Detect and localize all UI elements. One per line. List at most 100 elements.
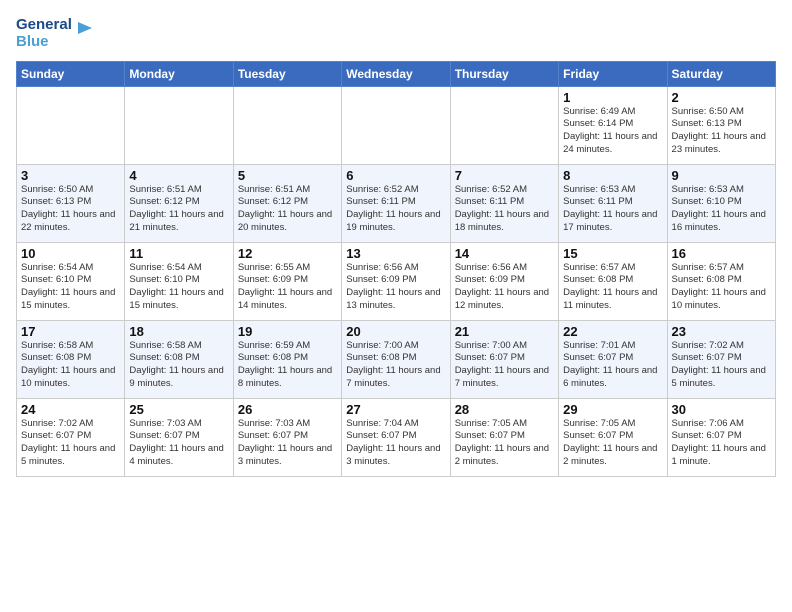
day-number: 27 — [346, 402, 445, 417]
day-info: Sunrise: 7:05 AM Sunset: 6:07 PM Dayligh… — [563, 418, 662, 469]
day-info: Sunrise: 6:54 AM Sunset: 6:10 PM Dayligh… — [129, 262, 228, 313]
calendar-cell: 25Sunrise: 7:03 AM Sunset: 6:07 PM Dayli… — [125, 398, 233, 476]
calendar-table: SundayMondayTuesdayWednesdayThursdayFrid… — [16, 61, 776, 477]
weekday-header: Friday — [559, 61, 667, 86]
calendar-cell: 15Sunrise: 6:57 AM Sunset: 6:08 PM Dayli… — [559, 242, 667, 320]
day-number: 11 — [129, 246, 228, 261]
day-info: Sunrise: 6:49 AM Sunset: 6:14 PM Dayligh… — [563, 106, 662, 157]
day-info: Sunrise: 6:57 AM Sunset: 6:08 PM Dayligh… — [672, 262, 771, 313]
day-number: 7 — [455, 168, 554, 183]
day-number: 14 — [455, 246, 554, 261]
calendar-cell: 20Sunrise: 7:00 AM Sunset: 6:08 PM Dayli… — [342, 320, 450, 398]
day-info: Sunrise: 6:51 AM Sunset: 6:12 PM Dayligh… — [238, 184, 337, 235]
weekday-header: Thursday — [450, 61, 558, 86]
calendar-week-row: 17Sunrise: 6:58 AM Sunset: 6:08 PM Dayli… — [17, 320, 776, 398]
day-info: Sunrise: 6:56 AM Sunset: 6:09 PM Dayligh… — [455, 262, 554, 313]
calendar-cell: 4Sunrise: 6:51 AM Sunset: 6:12 PM Daylig… — [125, 164, 233, 242]
calendar-cell: 28Sunrise: 7:05 AM Sunset: 6:07 PM Dayli… — [450, 398, 558, 476]
calendar-cell — [17, 86, 125, 164]
logo-flag-icon — [74, 20, 96, 42]
day-info: Sunrise: 7:06 AM Sunset: 6:07 PM Dayligh… — [672, 418, 771, 469]
day-number: 19 — [238, 324, 337, 339]
day-info: Sunrise: 6:51 AM Sunset: 6:12 PM Dayligh… — [129, 184, 228, 235]
calendar-cell: 24Sunrise: 7:02 AM Sunset: 6:07 PM Dayli… — [17, 398, 125, 476]
day-number: 29 — [563, 402, 662, 417]
weekday-header: Wednesday — [342, 61, 450, 86]
calendar-cell — [450, 86, 558, 164]
calendar-cell: 8Sunrise: 6:53 AM Sunset: 6:11 PM Daylig… — [559, 164, 667, 242]
calendar-cell: 10Sunrise: 6:54 AM Sunset: 6:10 PM Dayli… — [17, 242, 125, 320]
calendar-cell: 11Sunrise: 6:54 AM Sunset: 6:10 PM Dayli… — [125, 242, 233, 320]
calendar-cell: 7Sunrise: 6:52 AM Sunset: 6:11 PM Daylig… — [450, 164, 558, 242]
weekday-header: Saturday — [667, 61, 775, 86]
calendar-cell: 30Sunrise: 7:06 AM Sunset: 6:07 PM Dayli… — [667, 398, 775, 476]
day-number: 30 — [672, 402, 771, 417]
calendar-cell: 16Sunrise: 6:57 AM Sunset: 6:08 PM Dayli… — [667, 242, 775, 320]
day-info: Sunrise: 6:53 AM Sunset: 6:11 PM Dayligh… — [563, 184, 662, 235]
day-info: Sunrise: 6:55 AM Sunset: 6:09 PM Dayligh… — [238, 262, 337, 313]
day-number: 15 — [563, 246, 662, 261]
calendar-cell: 21Sunrise: 7:00 AM Sunset: 6:07 PM Dayli… — [450, 320, 558, 398]
day-number: 18 — [129, 324, 228, 339]
logo-general: General — [16, 16, 72, 33]
calendar-cell: 19Sunrise: 6:59 AM Sunset: 6:08 PM Dayli… — [233, 320, 341, 398]
calendar-cell — [342, 86, 450, 164]
calendar-cell: 5Sunrise: 6:51 AM Sunset: 6:12 PM Daylig… — [233, 164, 341, 242]
day-info: Sunrise: 6:56 AM Sunset: 6:09 PM Dayligh… — [346, 262, 445, 313]
day-number: 28 — [455, 402, 554, 417]
calendar-cell: 26Sunrise: 7:03 AM Sunset: 6:07 PM Dayli… — [233, 398, 341, 476]
calendar-cell: 23Sunrise: 7:02 AM Sunset: 6:07 PM Dayli… — [667, 320, 775, 398]
calendar-week-row: 3Sunrise: 6:50 AM Sunset: 6:13 PM Daylig… — [17, 164, 776, 242]
day-number: 24 — [21, 402, 120, 417]
day-info: Sunrise: 6:58 AM Sunset: 6:08 PM Dayligh… — [21, 340, 120, 391]
day-number: 13 — [346, 246, 445, 261]
calendar-cell: 6Sunrise: 6:52 AM Sunset: 6:11 PM Daylig… — [342, 164, 450, 242]
day-number: 25 — [129, 402, 228, 417]
day-info: Sunrise: 6:50 AM Sunset: 6:13 PM Dayligh… — [672, 106, 771, 157]
day-number: 17 — [21, 324, 120, 339]
day-info: Sunrise: 6:57 AM Sunset: 6:08 PM Dayligh… — [563, 262, 662, 313]
day-number: 12 — [238, 246, 337, 261]
calendar-week-row: 10Sunrise: 6:54 AM Sunset: 6:10 PM Dayli… — [17, 242, 776, 320]
calendar-cell: 3Sunrise: 6:50 AM Sunset: 6:13 PM Daylig… — [17, 164, 125, 242]
day-number: 6 — [346, 168, 445, 183]
header: General Blue — [16, 16, 776, 51]
day-info: Sunrise: 7:02 AM Sunset: 6:07 PM Dayligh… — [672, 340, 771, 391]
calendar-week-row: 24Sunrise: 7:02 AM Sunset: 6:07 PM Dayli… — [17, 398, 776, 476]
day-info: Sunrise: 6:50 AM Sunset: 6:13 PM Dayligh… — [21, 184, 120, 235]
day-info: Sunrise: 6:59 AM Sunset: 6:08 PM Dayligh… — [238, 340, 337, 391]
day-number: 9 — [672, 168, 771, 183]
day-number: 2 — [672, 90, 771, 105]
day-info: Sunrise: 7:04 AM Sunset: 6:07 PM Dayligh… — [346, 418, 445, 469]
weekday-header-row: SundayMondayTuesdayWednesdayThursdayFrid… — [17, 61, 776, 86]
day-number: 26 — [238, 402, 337, 417]
calendar-cell: 12Sunrise: 6:55 AM Sunset: 6:09 PM Dayli… — [233, 242, 341, 320]
calendar-cell: 13Sunrise: 6:56 AM Sunset: 6:09 PM Dayli… — [342, 242, 450, 320]
day-number: 16 — [672, 246, 771, 261]
day-number: 1 — [563, 90, 662, 105]
weekday-header: Tuesday — [233, 61, 341, 86]
calendar-body: 1Sunrise: 6:49 AM Sunset: 6:14 PM Daylig… — [17, 86, 776, 476]
day-info: Sunrise: 7:00 AM Sunset: 6:08 PM Dayligh… — [346, 340, 445, 391]
day-number: 3 — [21, 168, 120, 183]
calendar-cell: 14Sunrise: 6:56 AM Sunset: 6:09 PM Dayli… — [450, 242, 558, 320]
day-number: 21 — [455, 324, 554, 339]
calendar-cell — [125, 86, 233, 164]
page: General Blue SundayMondayTuesdayWednesda… — [0, 0, 792, 487]
day-number: 23 — [672, 324, 771, 339]
day-number: 4 — [129, 168, 228, 183]
logo: General Blue — [16, 16, 96, 51]
day-number: 10 — [21, 246, 120, 261]
day-number: 8 — [563, 168, 662, 183]
calendar-cell: 2Sunrise: 6:50 AM Sunset: 6:13 PM Daylig… — [667, 86, 775, 164]
calendar-cell — [233, 86, 341, 164]
calendar-cell: 22Sunrise: 7:01 AM Sunset: 6:07 PM Dayli… — [559, 320, 667, 398]
calendar-week-row: 1Sunrise: 6:49 AM Sunset: 6:14 PM Daylig… — [17, 86, 776, 164]
day-info: Sunrise: 6:58 AM Sunset: 6:08 PM Dayligh… — [129, 340, 228, 391]
day-number: 5 — [238, 168, 337, 183]
day-info: Sunrise: 7:05 AM Sunset: 6:07 PM Dayligh… — [455, 418, 554, 469]
day-number: 22 — [563, 324, 662, 339]
day-info: Sunrise: 6:54 AM Sunset: 6:10 PM Dayligh… — [21, 262, 120, 313]
calendar-cell: 18Sunrise: 6:58 AM Sunset: 6:08 PM Dayli… — [125, 320, 233, 398]
day-info: Sunrise: 7:01 AM Sunset: 6:07 PM Dayligh… — [563, 340, 662, 391]
